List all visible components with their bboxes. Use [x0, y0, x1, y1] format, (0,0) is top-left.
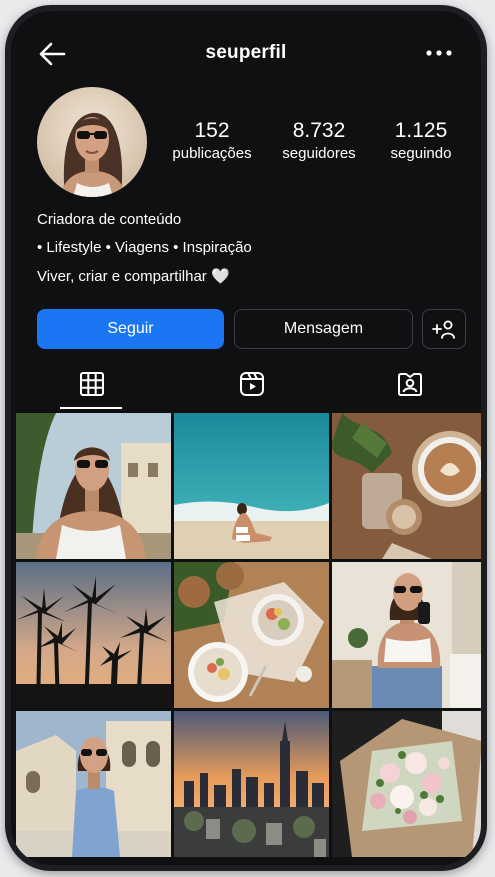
posts-count: 152	[194, 119, 230, 142]
stat-followers[interactable]: 8.732 seguidores	[274, 119, 364, 165]
post-thumbnail[interactable]	[16, 562, 171, 708]
stat-posts[interactable]: 152 publicações	[167, 119, 257, 165]
post-thumbnail[interactable]	[332, 562, 481, 708]
profile-username: seuperfil	[205, 42, 287, 63]
message-button-label: Mensagem	[283, 320, 364, 337]
profile-avatar[interactable]	[37, 87, 147, 197]
followers-label: seguidores	[282, 145, 356, 162]
bio-line-3: Viver, criar e compartilhar 🤍	[37, 268, 230, 285]
post-thumbnail[interactable]	[174, 562, 329, 708]
top-bar: seuperfil	[11, 11, 481, 93]
posts-grid	[16, 413, 481, 857]
follow-button[interactable]: Seguir	[37, 309, 224, 349]
post-thumbnail[interactable]	[174, 711, 329, 857]
app-screen: seuperfil 152 publicações 8.732 seguidor…	[11, 11, 481, 865]
bio-line-1: Criadora de conteúdo	[37, 211, 182, 228]
tagged-icon[interactable]	[397, 371, 423, 397]
reels-icon[interactable]	[239, 371, 265, 397]
following-label: seguindo	[390, 145, 452, 162]
followers-count: 8.732	[292, 119, 346, 142]
posts-label: publicações	[172, 145, 252, 162]
post-thumbnail[interactable]	[332, 413, 481, 559]
following-count: 1.125	[394, 119, 448, 142]
add-user-icon	[432, 320, 455, 339]
stat-following[interactable]: 1.125 seguindo	[377, 119, 465, 165]
suggest-user-button[interactable]	[422, 309, 466, 349]
profile-tabs	[11, 361, 481, 409]
more-options-icon[interactable]	[425, 47, 453, 59]
post-thumbnail[interactable]	[174, 413, 329, 559]
post-thumbnail[interactable]	[16, 711, 171, 857]
post-thumbnail[interactable]	[332, 711, 481, 857]
post-thumbnail[interactable]	[16, 413, 171, 559]
phone-frame: seuperfil 152 publicações 8.732 seguidor…	[5, 5, 487, 871]
active-tab-indicator	[60, 407, 122, 409]
grid-icon[interactable]	[79, 371, 105, 397]
follow-button-label: Seguir	[107, 320, 154, 337]
bio-line-2: • Lifestyle • Viagens • Inspiração	[37, 239, 252, 256]
message-button[interactable]: Mensagem	[234, 309, 413, 349]
